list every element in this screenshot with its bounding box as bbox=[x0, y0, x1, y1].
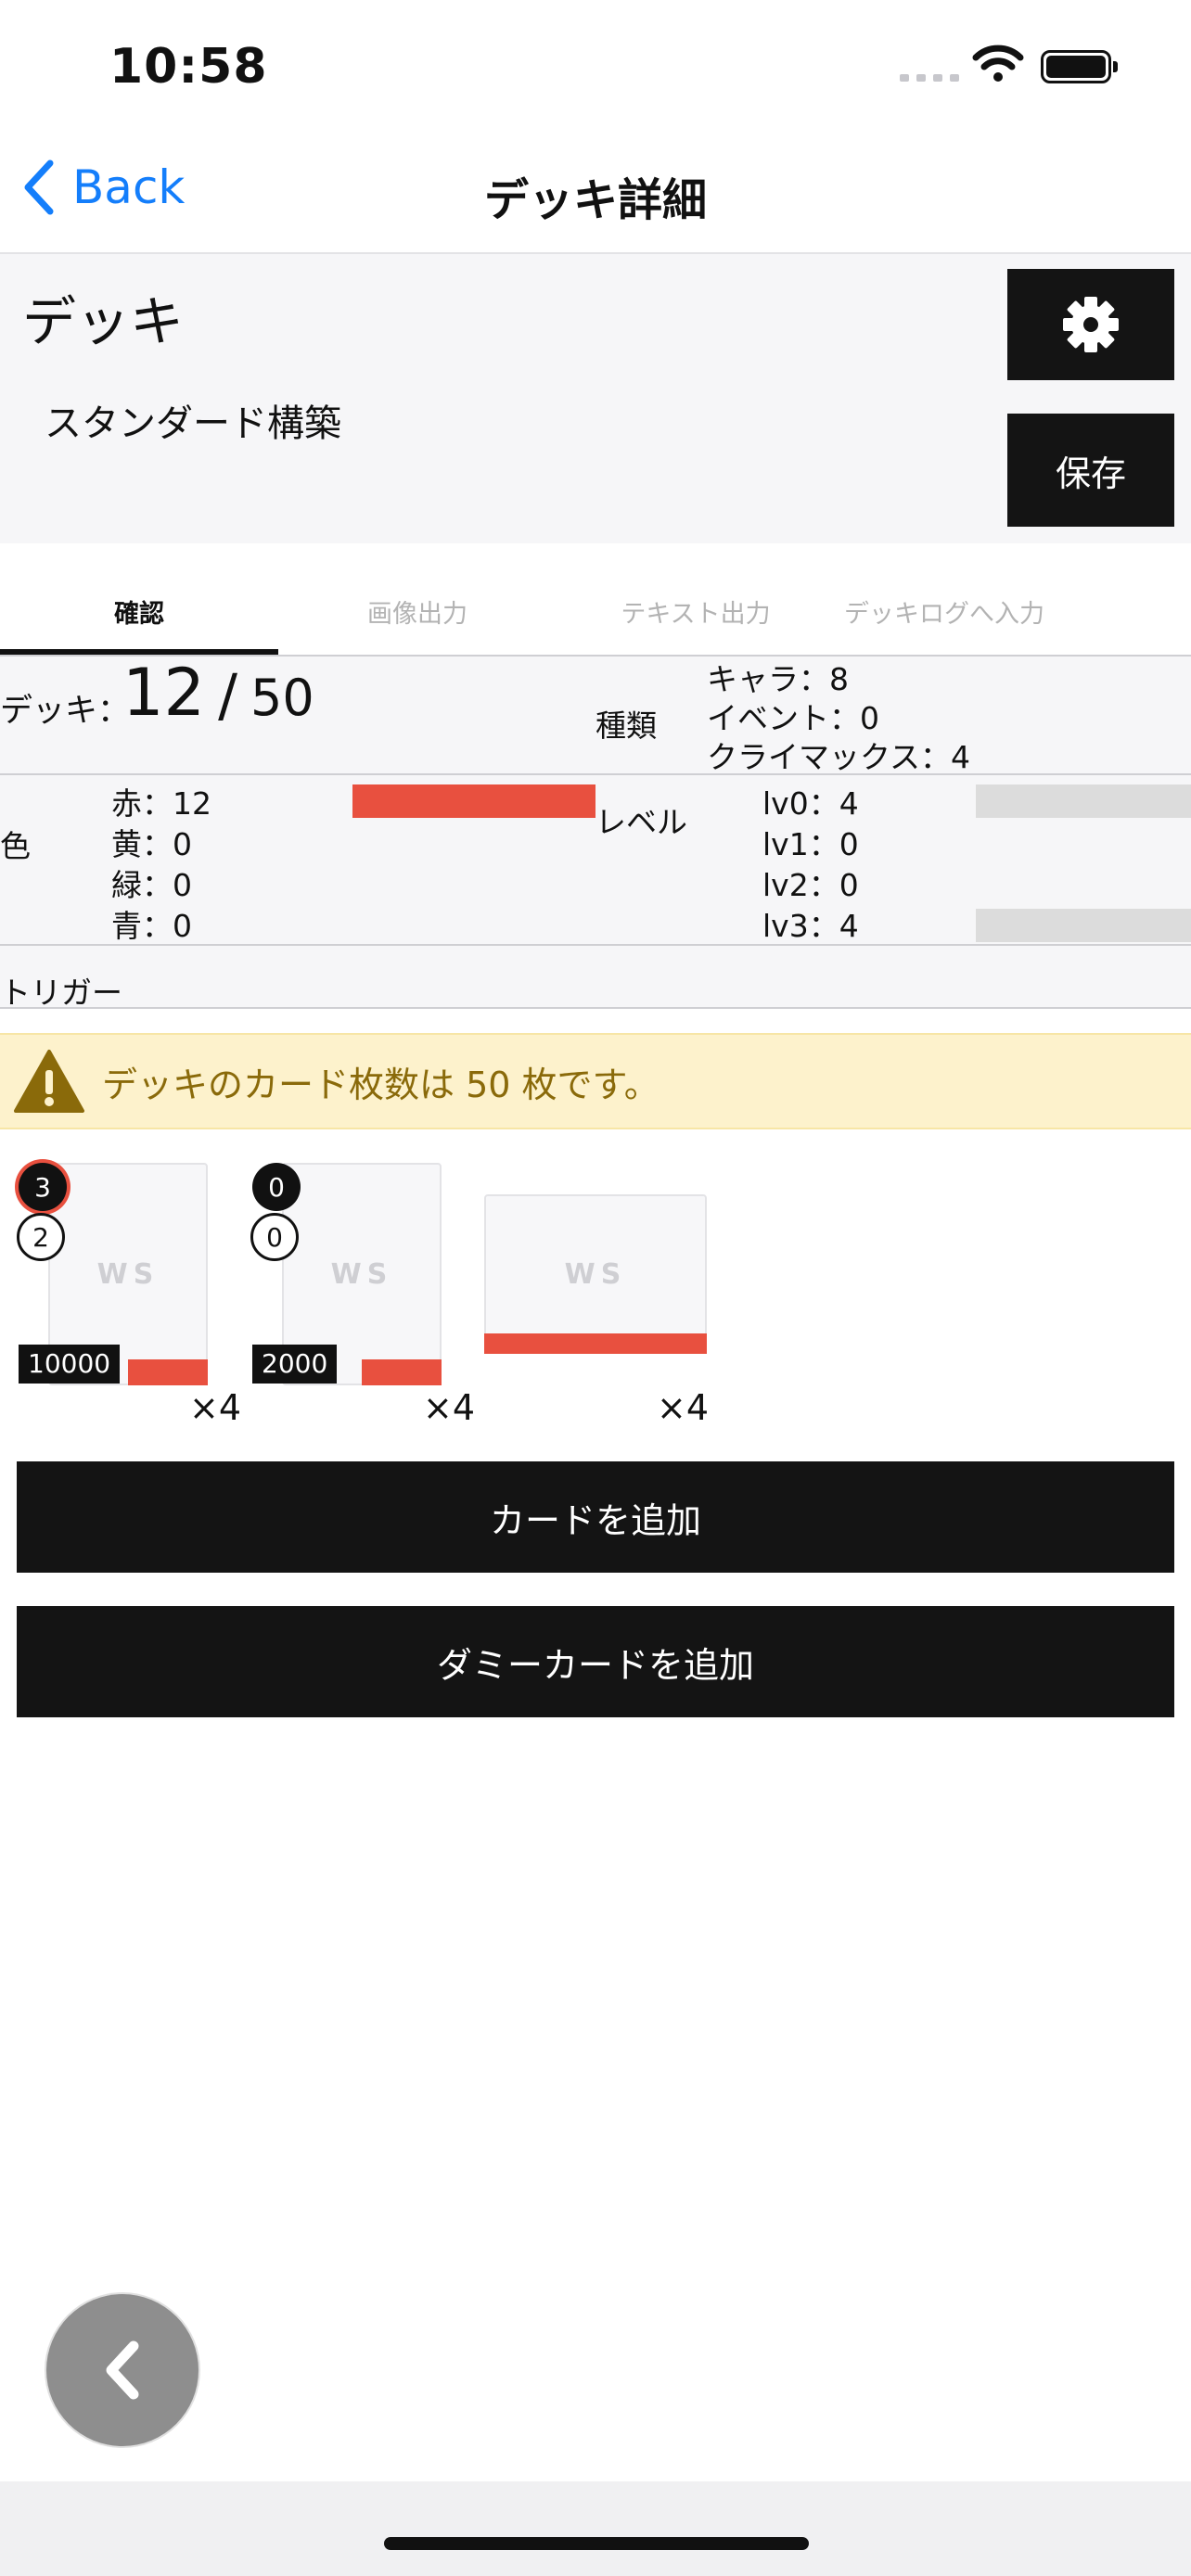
deck-stats: デッキ： 12 / 50 種類 キャラ：8 イベント：0 クライマックス：4 色… bbox=[0, 655, 1191, 1011]
type-label: 種類 bbox=[596, 708, 657, 744]
deck-count-max: 50 bbox=[250, 669, 314, 727]
divider bbox=[0, 944, 1191, 946]
deck-count: 12 / 50 bbox=[122, 655, 314, 731]
card-color-strip bbox=[362, 1359, 442, 1385]
card-quantity: ×4 bbox=[657, 1387, 710, 1428]
color-yellow: 黄：0 bbox=[111, 826, 192, 862]
tab-decklog-input[interactable]: デッキログへ入力 bbox=[835, 575, 1098, 655]
tab-bar: 確認 画像出力 テキスト出力 デッキログへ入力 bbox=[0, 575, 1191, 655]
card-cost-badge: 0 bbox=[250, 1213, 299, 1261]
status-time: 10:58 bbox=[109, 39, 268, 95]
tab-image-export[interactable]: 画像出力 bbox=[278, 575, 557, 655]
divider bbox=[0, 773, 1191, 775]
deck-format[interactable]: スタンダード構築 bbox=[45, 393, 341, 447]
warning-text: デッキのカード枚数は 50 枚です。 bbox=[102, 1064, 660, 1105]
color-red-bar bbox=[352, 784, 596, 818]
level-3: lv3：4 bbox=[762, 908, 859, 944]
deck-count-label: デッキ： bbox=[0, 693, 131, 730]
deck-name[interactable]: デッキ bbox=[22, 278, 184, 356]
level-2: lv2：0 bbox=[762, 867, 859, 903]
card-level-badge: 3 bbox=[19, 1163, 67, 1211]
type-climax: クライマックス：4 bbox=[707, 739, 971, 775]
card-image-placeholder: WS bbox=[484, 1194, 707, 1354]
tab-text-export[interactable]: テキスト出力 bbox=[557, 575, 835, 655]
color-red: 赤：12 bbox=[111, 785, 211, 822]
type-chara: キャラ：8 bbox=[707, 661, 849, 697]
color-label: 色 bbox=[0, 828, 31, 864]
settings-button[interactable] bbox=[1007, 269, 1174, 380]
floating-back-button[interactable] bbox=[46, 2294, 198, 2446]
card-power: 10000 bbox=[19, 1345, 121, 1384]
card-cost-badge: 2 bbox=[17, 1213, 65, 1261]
deck-count-value: 12 bbox=[122, 655, 206, 731]
divider bbox=[0, 1007, 1191, 1009]
wifi-icon bbox=[972, 45, 1024, 82]
color-blue: 青：0 bbox=[111, 908, 192, 944]
battery-icon bbox=[1041, 50, 1118, 83]
bottom-safe-area bbox=[0, 2481, 1191, 2576]
card-color-strip bbox=[128, 1359, 208, 1385]
type-event: イベント：0 bbox=[707, 700, 879, 736]
tab-confirm[interactable]: 確認 bbox=[0, 575, 278, 655]
save-button[interactable]: 保存 bbox=[1007, 414, 1174, 527]
chevron-left-icon bbox=[106, 2340, 139, 2400]
card-quantity: ×4 bbox=[423, 1387, 476, 1428]
gear-icon bbox=[1063, 297, 1119, 352]
add-card-button[interactable]: カードを追加 bbox=[17, 1461, 1174, 1573]
level-0-bar bbox=[976, 784, 1191, 818]
warning-icon bbox=[14, 1050, 84, 1113]
page-title: デッキ詳細 bbox=[483, 174, 707, 226]
home-indicator[interactable] bbox=[384, 2537, 809, 2550]
cellular-signal-icon bbox=[900, 74, 959, 82]
card-color-strip bbox=[484, 1333, 707, 1354]
trigger-label: トリガー bbox=[0, 975, 122, 1011]
deck-header: デッキ スタンダード構築 保存 bbox=[0, 254, 1191, 543]
level-3-bar bbox=[976, 909, 1191, 942]
level-0: lv0：4 bbox=[762, 785, 859, 822]
level-1: lv1：0 bbox=[762, 826, 859, 862]
card-power: 2000 bbox=[252, 1345, 338, 1384]
level-label: レベル bbox=[596, 804, 687, 840]
add-dummy-card-button[interactable]: ダミーカードを追加 bbox=[17, 1606, 1174, 1717]
card-count-warning: デッキのカード枚数は 50 枚です。 bbox=[0, 1033, 1191, 1129]
card-level-badge: 0 bbox=[252, 1163, 301, 1211]
card-quantity: ×4 bbox=[189, 1387, 242, 1428]
color-green: 緑：0 bbox=[111, 867, 192, 903]
deck-count-slash: / bbox=[218, 661, 237, 729]
